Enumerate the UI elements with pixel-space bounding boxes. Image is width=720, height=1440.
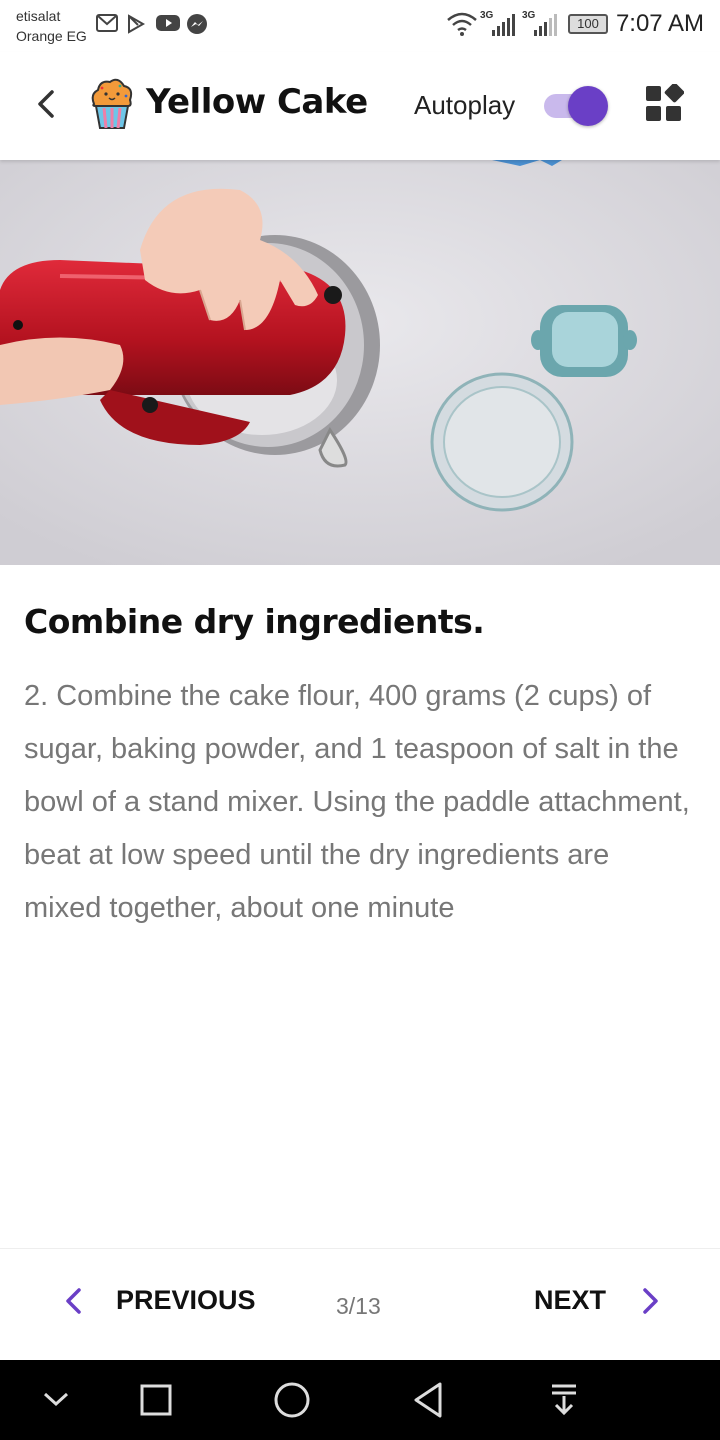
youtube-icon [156, 14, 180, 34]
home-icon[interactable] [272, 1380, 312, 1420]
play-store-icon [126, 14, 148, 34]
carrier-line-2: Orange EG [16, 28, 87, 44]
steps-overview-button[interactable] [644, 82, 685, 124]
notification-icons [96, 14, 208, 34]
grid-icon [646, 82, 685, 121]
system-navigation-bar [0, 1360, 720, 1440]
step-description: 2. Combine the cake flour, 400 grams (2 … [24, 680, 690, 924]
app-header: Yellow Cake Autoplay [0, 52, 720, 160]
signal-icon-2 [534, 14, 558, 41]
signal-icon-1 [492, 14, 516, 41]
carrier-name: etisalat Orange EG [16, 6, 87, 46]
autoplay-toggle[interactable] [544, 86, 610, 126]
step-image [0, 160, 720, 565]
previous-button[interactable]: PREVIOUS [60, 1285, 256, 1316]
notification-pull-icon[interactable] [548, 1380, 580, 1420]
page-title: Yellow Cake [146, 82, 368, 122]
chevron-right-icon [643, 1287, 658, 1314]
step-title: Combine dry ingredients. [24, 602, 485, 641]
previous-label: PREVIOUS [116, 1285, 256, 1315]
recents-icon[interactable] [138, 1380, 174, 1420]
next-button[interactable]: NEXT [534, 1285, 664, 1316]
back-arrow-icon [38, 90, 54, 118]
chevron-left-icon [66, 1287, 81, 1314]
clock: 7:07 AM [615, 10, 704, 37]
next-label: NEXT [534, 1285, 607, 1315]
carrier-line-1: etisalat [16, 8, 61, 24]
messenger-icon [186, 14, 208, 34]
wifi-icon [446, 12, 478, 41]
page-indicator: 3/13 [336, 1293, 381, 1319]
status-bar: etisalat Orange EG 3G 3G 100 7:07 AM [0, 0, 720, 52]
battery-indicator: 100 [568, 14, 608, 34]
gmail-icon [96, 14, 118, 34]
step-navigation: PREVIOUS 3/13 NEXT [0, 1248, 720, 1360]
stand-mixer-illustration [0, 160, 720, 565]
back-nav-icon[interactable] [410, 1380, 446, 1420]
back-button[interactable] [30, 86, 66, 122]
toggle-knob [568, 86, 608, 126]
autoplay-label: Autoplay [414, 90, 516, 120]
collapse-icon[interactable] [40, 1380, 72, 1420]
cupcake-icon [88, 78, 136, 130]
